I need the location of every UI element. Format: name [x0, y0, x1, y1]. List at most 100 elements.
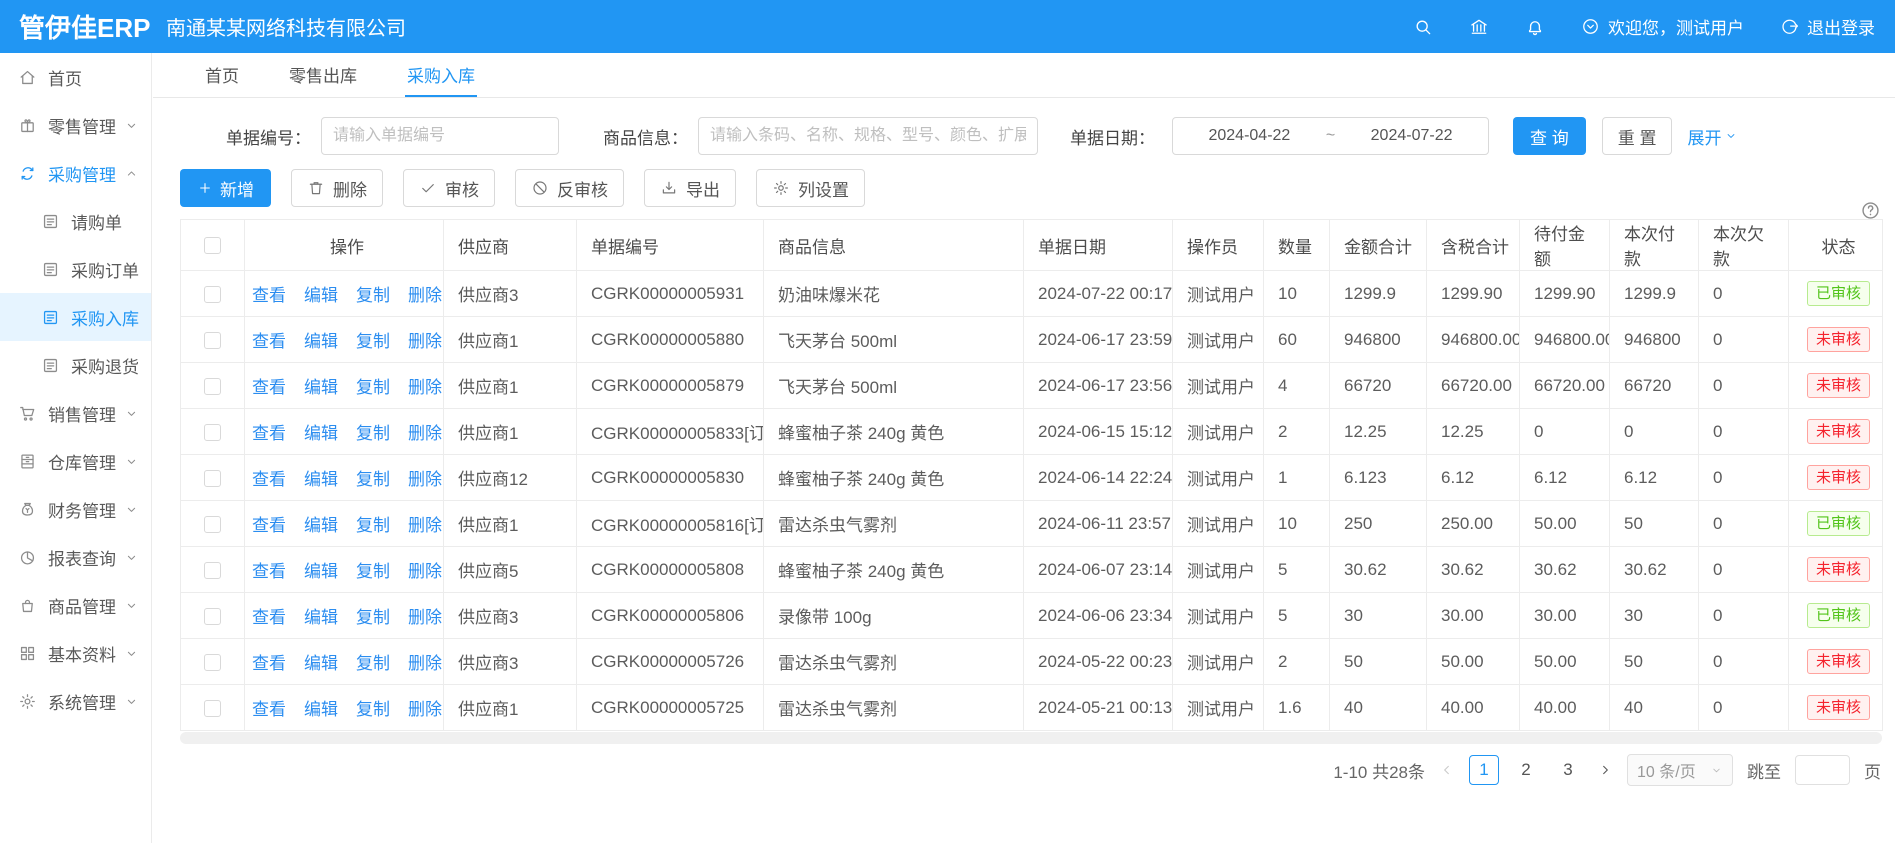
sidebar-item-报表查询[interactable]: 报表查询 — [0, 533, 151, 581]
reset-button[interactable]: 重 置 — [1602, 117, 1673, 155]
row-action-编辑[interactable]: 编辑 — [304, 603, 338, 628]
doc-no-input[interactable] — [321, 117, 559, 155]
row-action-删除[interactable]: 删除 — [408, 649, 442, 674]
date-range-picker[interactable]: 2024-04-22 ~ 2024-07-22 — [1172, 117, 1489, 155]
row-action-复制[interactable]: 复制 — [356, 511, 390, 536]
row-action-编辑[interactable]: 编辑 — [304, 557, 338, 582]
bank-icon[interactable] — [1469, 17, 1489, 37]
logout-button[interactable]: 退出登录 — [1780, 14, 1875, 39]
row-action-删除[interactable]: 删除 — [408, 557, 442, 582]
row-action-复制[interactable]: 复制 — [356, 465, 390, 490]
row-action-删除[interactable]: 删除 — [408, 373, 442, 398]
sidebar-item-首页[interactable]: 首页 — [0, 53, 151, 101]
row-action-编辑[interactable]: 编辑 — [304, 373, 338, 398]
row-action-查看[interactable]: 查看 — [252, 511, 286, 536]
row-action-复制[interactable]: 复制 — [356, 281, 390, 306]
row-action-查看[interactable]: 查看 — [252, 281, 286, 306]
sidebar-item-采购退货[interactable]: 采购退货 — [0, 341, 151, 389]
page-button-2[interactable]: 2 — [1511, 755, 1541, 785]
next-page-icon[interactable] — [1597, 762, 1613, 778]
search-button[interactable]: 查 询 — [1513, 117, 1586, 155]
page-button-1[interactable]: 1 — [1469, 755, 1499, 785]
row-action-编辑[interactable]: 编辑 — [304, 649, 338, 674]
cell-qty: 5 — [1264, 593, 1330, 639]
row-action-编辑[interactable]: 编辑 — [304, 281, 338, 306]
row-action-查看[interactable]: 查看 — [252, 373, 286, 398]
audit-button[interactable]: 审核 — [403, 169, 495, 207]
row-action-删除[interactable]: 删除 — [408, 695, 442, 720]
help-icon[interactable] — [1860, 200, 1881, 221]
row-checkbox[interactable] — [204, 516, 221, 533]
add-button[interactable]: 新增 — [180, 169, 271, 207]
row-action-查看[interactable]: 查看 — [252, 327, 286, 352]
expand-link[interactable]: 展开 — [1687, 124, 1738, 149]
sidebar-item-系统管理[interactable]: 系统管理 — [0, 677, 151, 725]
row-action-查看[interactable]: 查看 — [252, 695, 286, 720]
prev-page-icon[interactable] — [1439, 762, 1455, 778]
cell-qty: 4 — [1264, 363, 1330, 409]
horizontal-scrollbar[interactable] — [180, 732, 1882, 744]
row-checkbox[interactable] — [204, 470, 221, 487]
row-action-删除[interactable]: 删除 — [408, 465, 442, 490]
row-action-查看[interactable]: 查看 — [252, 649, 286, 674]
row-checkbox[interactable] — [204, 378, 221, 395]
jump-page-input[interactable] — [1795, 755, 1850, 785]
row-action-删除[interactable]: 删除 — [408, 327, 442, 352]
sidebar-item-销售管理[interactable]: 销售管理 — [0, 389, 151, 437]
sidebar-item-商品管理[interactable]: 商品管理 — [0, 581, 151, 629]
column-settings-button[interactable]: 列设置 — [756, 169, 865, 207]
cell-amount: 40 — [1330, 685, 1427, 731]
tab-零售出库[interactable]: 零售出库 — [287, 53, 359, 97]
sidebar-item-零售管理[interactable]: 零售管理 — [0, 101, 151, 149]
row-checkbox[interactable] — [204, 332, 221, 349]
tab-采购入库[interactable]: 采购入库 — [405, 53, 477, 97]
select-all-checkbox[interactable] — [204, 237, 221, 254]
row-action-删除[interactable]: 删除 — [408, 603, 442, 628]
search-icon[interactable] — [1413, 17, 1433, 37]
row-action-查看[interactable]: 查看 — [252, 557, 286, 582]
row-action-编辑[interactable]: 编辑 — [304, 327, 338, 352]
row-action-复制[interactable]: 复制 — [356, 557, 390, 582]
row-checkbox[interactable] — [204, 286, 221, 303]
row-action-编辑[interactable]: 编辑 — [304, 695, 338, 720]
row-action-编辑[interactable]: 编辑 — [304, 419, 338, 444]
row-checkbox[interactable] — [204, 608, 221, 625]
row-action-删除[interactable]: 删除 — [408, 419, 442, 444]
sidebar-item-仓库管理[interactable]: 仓库管理 — [0, 437, 151, 485]
row-checkbox[interactable] — [204, 424, 221, 441]
chevron-down-icon — [124, 502, 139, 517]
tab-首页[interactable]: 首页 — [203, 53, 241, 97]
row-action-复制[interactable]: 复制 — [356, 419, 390, 444]
row-action-查看[interactable]: 查看 — [252, 465, 286, 490]
export-button[interactable]: 导出 — [644, 169, 736, 207]
sidebar-item-采购管理[interactable]: 采购管理 — [0, 149, 151, 197]
sidebar-item-采购订单[interactable]: 采购订单 — [0, 245, 151, 293]
date-to[interactable]: 2024-07-22 — [1371, 127, 1453, 145]
date-from[interactable]: 2024-04-22 — [1208, 127, 1290, 145]
row-action-复制[interactable]: 复制 — [356, 649, 390, 674]
row-checkbox[interactable] — [204, 700, 221, 717]
row-action-复制[interactable]: 复制 — [356, 373, 390, 398]
row-action-查看[interactable]: 查看 — [252, 419, 286, 444]
row-checkbox[interactable] — [204, 654, 221, 671]
row-action-查看[interactable]: 查看 — [252, 603, 286, 628]
page-size-select[interactable]: 10 条/页 — [1627, 754, 1733, 786]
row-action-复制[interactable]: 复制 — [356, 327, 390, 352]
sidebar-item-基本资料[interactable]: 基本资料 — [0, 629, 151, 677]
row-action-删除[interactable]: 删除 — [408, 511, 442, 536]
row-checkbox[interactable] — [204, 562, 221, 579]
row-action-复制[interactable]: 复制 — [356, 695, 390, 720]
row-action-编辑[interactable]: 编辑 — [304, 511, 338, 536]
row-action-编辑[interactable]: 编辑 — [304, 465, 338, 490]
welcome-user[interactable]: 欢迎您，测试用户 — [1581, 14, 1744, 39]
sidebar-item-请购单[interactable]: 请购单 — [0, 197, 151, 245]
row-action-删除[interactable]: 删除 — [408, 281, 442, 306]
unaudit-button[interactable]: 反审核 — [515, 169, 624, 207]
delete-button[interactable]: 删除 — [291, 169, 383, 207]
sidebar-item-财务管理[interactable]: 财务管理 — [0, 485, 151, 533]
row-action-复制[interactable]: 复制 — [356, 603, 390, 628]
sidebar-item-采购入库[interactable]: 采购入库 — [0, 293, 151, 341]
page-button-3[interactable]: 3 — [1553, 755, 1583, 785]
product-info-input[interactable] — [698, 117, 1038, 155]
bell-icon[interactable] — [1525, 17, 1545, 37]
